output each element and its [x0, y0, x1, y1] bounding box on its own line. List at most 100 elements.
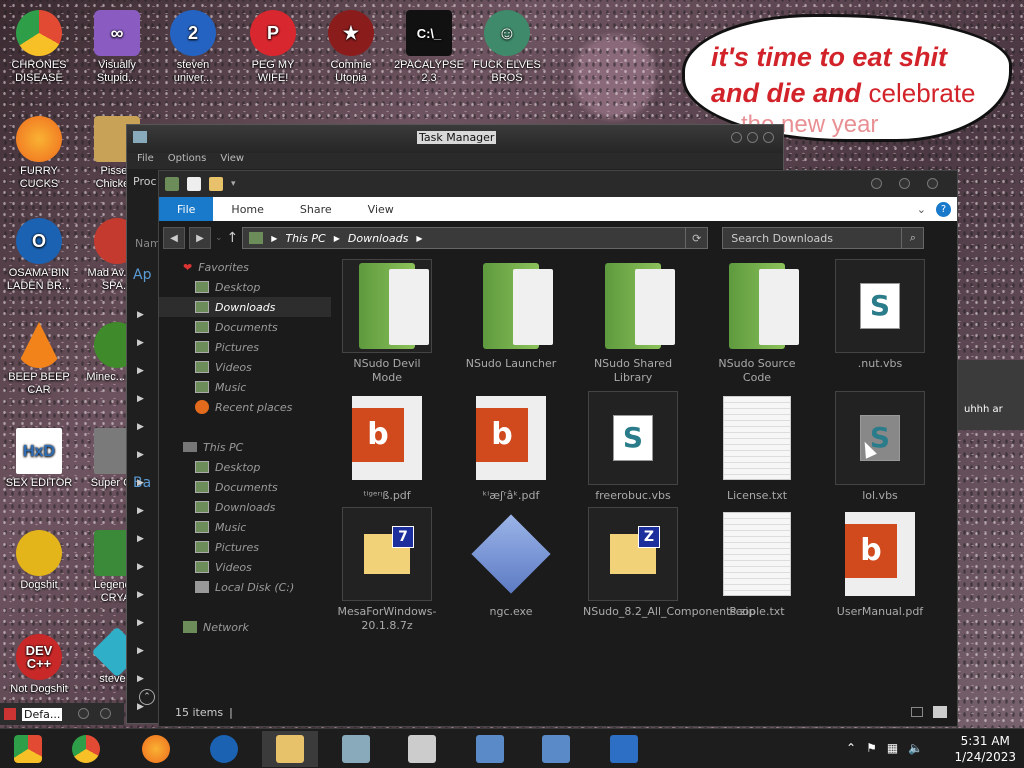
desktop-icon-steven-universe[interactable]: 2 steven univer... [158, 10, 228, 85]
fewer-details-icon[interactable]: ⌃ [139, 689, 155, 705]
search-input[interactable]: Search Downloads ⌕ [722, 227, 925, 249]
chevron-down-icon[interactable]: ▾ [231, 179, 236, 189]
file-item[interactable]: S .nut.vbs [830, 259, 930, 371]
search-icon[interactable]: ⌕ [901, 228, 923, 248]
properties-icon[interactable] [187, 177, 201, 191]
menu-view[interactable]: View [220, 153, 244, 169]
explorer-titlebar[interactable]: ▾ [159, 171, 957, 197]
nav-fav-recent-places[interactable]: Recent places [159, 397, 331, 417]
file-item[interactable]: License.txt [707, 391, 807, 503]
maximize-button[interactable] [899, 178, 910, 189]
taskbar-network-app[interactable] [462, 731, 518, 767]
nav-pc-local-disk[interactable]: Local Disk (C:) [159, 577, 331, 597]
nav-fav-documents[interactable]: Documents [159, 317, 331, 337]
nav-fav-music[interactable]: Music [159, 377, 331, 397]
nav-pc-downloads[interactable]: Downloads [159, 497, 331, 517]
flag-icon[interactable]: ⚑ [866, 741, 877, 755]
tab-processes[interactable]: Proc [133, 175, 157, 188]
desktop-icon-sex-editor[interactable]: HxD SEX EDITOR [4, 428, 74, 490]
file-item[interactable]: b UserManual.pdf [830, 507, 930, 619]
menu-file[interactable]: File [137, 153, 154, 169]
nav-pc-desktop[interactable]: Desktop [159, 457, 331, 477]
taskbar-file-explorer[interactable] [262, 731, 318, 767]
desktop-icon-elves[interactable]: ☺ FUCK ELVES BROS [472, 10, 542, 85]
explorer-window[interactable]: ▾ File Home Share View ⌄ ? ◀ ▶ ⌄ ↑ ▶ Thi… [158, 170, 958, 727]
file-item[interactable]: 7 MesaForWindows-20.1.8.7z [337, 507, 437, 633]
close-button[interactable] [763, 132, 774, 143]
nav-fav-pictures[interactable]: Pictures [159, 337, 331, 357]
file-item[interactable]: NSudo Shared Library [583, 259, 683, 385]
desktop-icon-peg[interactable]: P PEG MY WIFE! [238, 10, 308, 85]
nav-pc-documents[interactable]: Documents [159, 477, 331, 497]
task-manager-titlebar[interactable]: Task Manager [127, 125, 783, 153]
nav-this-pc[interactable]: This PC [159, 437, 331, 457]
recent-locations-icon[interactable]: ⌄ [215, 233, 223, 243]
restore-button[interactable] [78, 708, 89, 719]
up-arrow-icon[interactable]: ↑ [227, 230, 239, 246]
desktop-icon-visual-studio[interactable]: ∞ Visually Stupid... [82, 10, 152, 85]
file-item[interactable]: NSudo Devil Mode [337, 259, 437, 385]
desktop-icon-chrome[interactable]: CHRONES DISEASE [4, 10, 74, 85]
taskbar-task-manager[interactable] [328, 731, 384, 767]
desktop-icon-not-dogshit[interactable]: DEV C++ Not Dogshit [4, 634, 74, 696]
desktop-icon-commie-utopia[interactable]: ★ Commie Utopia [316, 10, 386, 85]
details-view-icon[interactable] [911, 707, 923, 717]
minimized-window[interactable]: Defa... [0, 703, 124, 725]
nav-fav-downloads[interactable]: Downloads [159, 297, 331, 317]
network-icon[interactable]: ▦ [887, 741, 898, 755]
maximize-button[interactable] [747, 132, 758, 143]
file-item[interactable]: NSudo Launcher [461, 259, 561, 371]
taskbar-network-app-2[interactable] [528, 731, 584, 767]
minimize-button[interactable] [871, 178, 882, 189]
nav-fav-desktop[interactable]: Desktop [159, 277, 331, 297]
chevron-down-icon[interactable]: ⌄ [917, 203, 926, 216]
clock[interactable]: 5:31 AM 1/24/2023 [954, 733, 1016, 765]
tab-view[interactable]: View [350, 197, 412, 221]
file-item[interactable]: Slol.vbs [830, 391, 930, 503]
help-icon[interactable]: ? [936, 201, 951, 217]
name-column-header[interactable]: Nam [135, 237, 161, 250]
nav-pc-music[interactable]: Music [159, 517, 331, 537]
start-button[interactable] [0, 731, 56, 767]
nav-fav-videos[interactable]: Videos [159, 357, 331, 377]
show-hidden-icons[interactable]: ⌃ [846, 741, 856, 755]
nav-favorites[interactable]: ❤ Favorites [159, 257, 331, 277]
file-item[interactable]: b ᵗⁱᵍᵉʳᵎß.pdf [337, 391, 437, 503]
file-item[interactable]: NSudo Source Code [707, 259, 807, 385]
taskbar-settings-app[interactable] [596, 731, 652, 767]
forward-button[interactable]: ▶ [189, 227, 211, 249]
tab-share[interactable]: Share [282, 197, 350, 221]
nav-pc-videos[interactable]: Videos [159, 557, 331, 577]
file-item[interactable]: ngc.exe [461, 507, 561, 619]
tab-file[interactable]: File [159, 197, 214, 221]
path-field[interactable]: ▶ This PC ▶ Downloads ▶ ⟳ [242, 227, 709, 249]
new-folder-icon[interactable] [209, 177, 223, 191]
desktop-icon-2pacalypse[interactable]: C:\_ 2PACALYPSE 2.3 [394, 10, 464, 85]
refresh-icon[interactable]: ⟳ [685, 228, 707, 248]
file-item[interactable]: Sfreerobuc.vbs [583, 391, 683, 503]
taskbar-app-store[interactable] [394, 731, 450, 767]
nav-network[interactable]: Network [159, 617, 331, 637]
expand-arrows[interactable]: ▶ ▶ ▶ ▶ ▶ ▶ ▶ ▶ ▶ ▶ ▶ ▶ ▶ ▶ ▶ [137, 301, 144, 721]
back-button[interactable]: ◀ [163, 227, 185, 249]
volume-icon[interactable]: 🔈 [908, 741, 923, 755]
breadcrumb-this-pc[interactable]: This PC [285, 232, 325, 245]
desktop-icon-beep-beep-car[interactable]: BEEP BEEP CAR [4, 322, 74, 397]
minimize-button[interactable] [731, 132, 742, 143]
close-button[interactable] [927, 178, 938, 189]
desktop-icon-dogshit[interactable]: Dogshit [4, 530, 74, 592]
menu-options[interactable]: Options [168, 153, 207, 169]
taskbar-chrome[interactable] [58, 731, 114, 767]
taskbar-firefox[interactable] [128, 731, 184, 767]
file-item[interactable]: b ᵏⁱæʃʳâᵏ.pdf [461, 391, 561, 503]
taskbar-obama[interactable] [196, 731, 252, 767]
large-icons-view-icon[interactable] [933, 706, 947, 718]
breadcrumb-downloads[interactable]: Downloads [348, 232, 408, 245]
file-item[interactable]: Z NSudo_8.2_All_Components.zip [583, 507, 755, 619]
close-button[interactable] [100, 708, 111, 719]
file-item[interactable]: People.txt [707, 507, 807, 619]
tab-home[interactable]: Home [213, 197, 281, 221]
desktop-icon-osama[interactable]: O OSAMA BIN LADEN BR... [4, 218, 74, 293]
nav-pc-pictures[interactable]: Pictures [159, 537, 331, 557]
desktop-icon-firefox[interactable]: FURRY CUCKS [4, 116, 74, 191]
